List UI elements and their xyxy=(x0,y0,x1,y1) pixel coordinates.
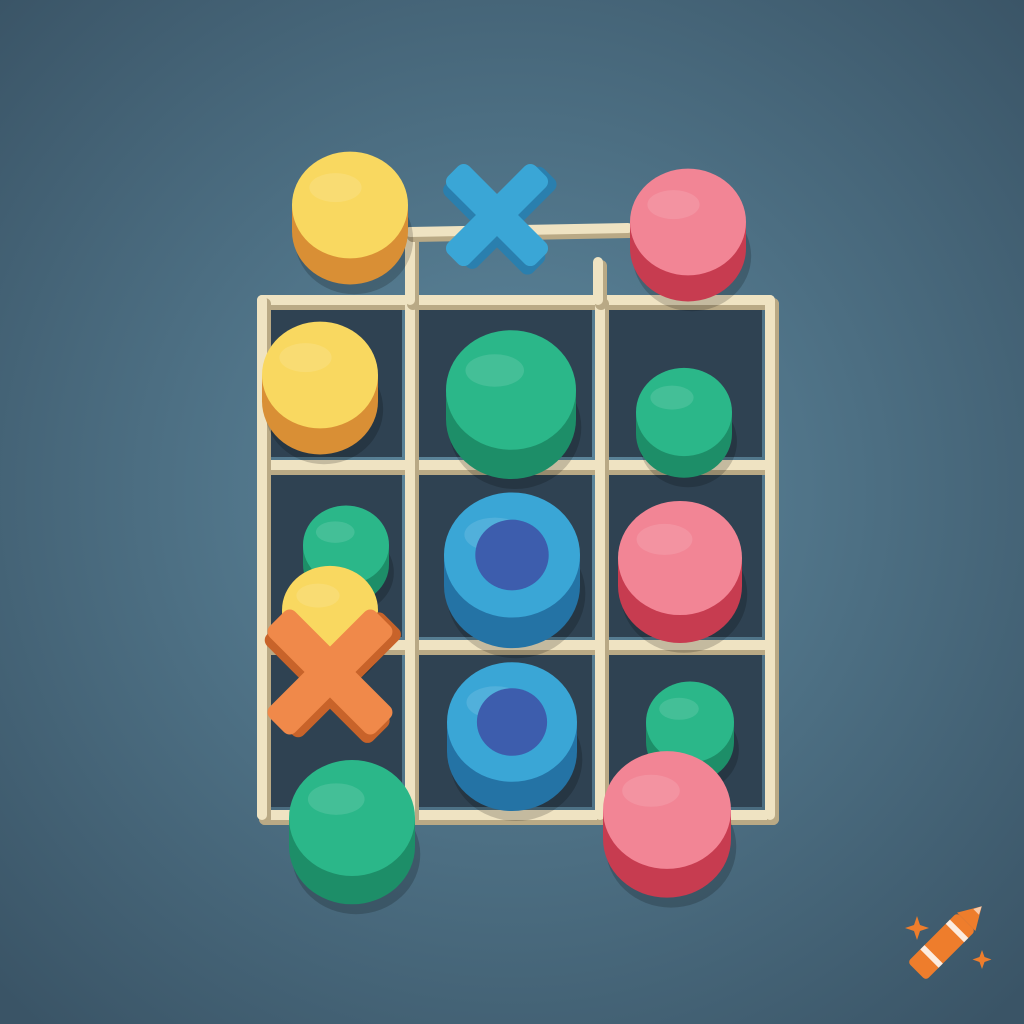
pink-disc-piece[interactable] xyxy=(630,168,752,312)
grid-line xyxy=(595,295,609,825)
grid-line xyxy=(765,295,779,825)
green-disc-piece[interactable] xyxy=(636,367,737,488)
game-scene xyxy=(0,0,1024,1024)
green-disc-piece[interactable] xyxy=(289,760,421,915)
green-disc-piece[interactable] xyxy=(446,330,582,489)
grid-line xyxy=(593,257,607,310)
blue-ring-piece[interactable] xyxy=(447,662,583,821)
yellow-disc-piece[interactable] xyxy=(262,321,384,465)
pink-disc-piece[interactable] xyxy=(618,500,748,653)
blue-ring-piece[interactable] xyxy=(444,492,586,659)
grid-line xyxy=(405,295,419,825)
pink-disc-piece[interactable] xyxy=(603,751,737,908)
yellow-disc-piece[interactable] xyxy=(292,151,414,295)
